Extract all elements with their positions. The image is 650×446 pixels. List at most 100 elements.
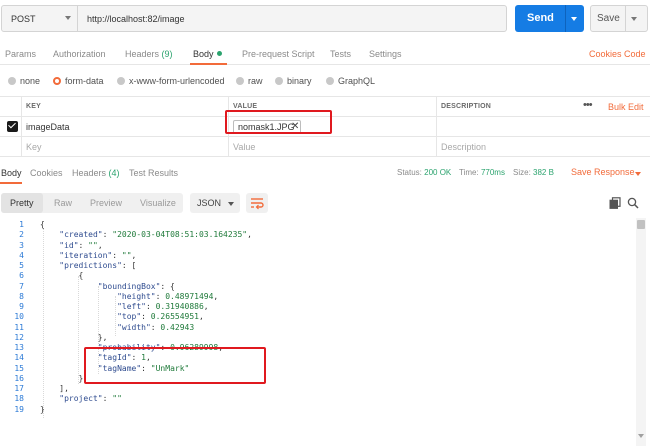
view-visualize-button[interactable]: Visualize: [137, 193, 181, 213]
send-options-chevron-icon[interactable]: [571, 17, 577, 21]
tab-label: Headers: [125, 49, 160, 59]
send-button[interactable]: Send: [515, 5, 584, 32]
chevron-down-icon: [65, 16, 71, 20]
tab-label: Test Results: [129, 168, 179, 178]
tab-body[interactable]: Body: [193, 49, 222, 59]
description-input[interactable]: Description: [441, 142, 486, 152]
tab-count: (9): [161, 49, 173, 59]
radio-selected-icon: [53, 77, 61, 85]
line-number: 3: [19, 240, 24, 250]
radio-circle-icon: [117, 77, 125, 85]
radio-label: x-www-form-urlencoded: [129, 76, 225, 86]
line-number: 19: [14, 404, 24, 414]
chevron-down-icon[interactable]: [635, 172, 641, 176]
highlight-box-file-value: [225, 110, 332, 134]
tab-headers[interactable]: Headers (9): [125, 49, 173, 59]
body-type-selector: none form-data x-www-form-urlencoded raw…: [0, 74, 650, 90]
tab-params[interactable]: Params: [5, 49, 36, 59]
search-icon[interactable]: [627, 197, 639, 209]
row-enabled-checkbox[interactable]: [7, 120, 18, 132]
key-input[interactable]: Key: [26, 142, 42, 152]
save-button[interactable]: Save: [590, 5, 648, 32]
radio-label: none: [20, 76, 41, 86]
tab-tests[interactable]: Tests: [330, 49, 351, 59]
tab-response-cookies[interactable]: Cookies: [30, 168, 63, 178]
line-number: 2: [19, 230, 24, 240]
status-stat: Status: 200 OK: [397, 168, 451, 177]
tab-test-results[interactable]: Test Results: [129, 168, 178, 178]
scroll-down-arrow-icon[interactable]: [638, 434, 644, 438]
chevron-down-icon: [228, 202, 234, 206]
code-content: { "created": "2020-03-04T08:51:03.164235…: [40, 218, 630, 446]
tab-label: Body: [1, 168, 22, 178]
table-column: [229, 137, 437, 156]
table-column: [0, 97, 22, 116]
line-number: 4: [19, 250, 24, 260]
cookies-link[interactable]: Cookies: [589, 49, 622, 59]
highlight-box-prediction-fields: [84, 347, 266, 384]
url-text: http://localhost:82/image: [87, 14, 185, 24]
view-raw-button[interactable]: Raw: [51, 193, 79, 213]
code-line: ],: [40, 384, 69, 393]
view-preview-button[interactable]: Preview: [87, 193, 127, 213]
save-response-button[interactable]: Save Response: [571, 167, 635, 177]
time-value: 770ms: [480, 168, 505, 177]
code-line: "top": 0.26554951,: [117, 312, 204, 322]
radio-label: binary: [287, 76, 312, 86]
code-link[interactable]: Code: [624, 49, 646, 59]
tab-count: (4): [108, 168, 120, 178]
copy-icon[interactable]: [609, 197, 621, 209]
code-line: "id": "",: [59, 240, 103, 250]
bulk-edit-link[interactable]: Bulk Edit: [608, 102, 644, 112]
view-label: Preview: [90, 198, 123, 208]
code-line: "boundingBox": {: [97, 281, 175, 291]
checkmark-icon: [8, 120, 16, 129]
size-stat: Size: 382 B: [513, 168, 554, 177]
method-label: POST: [11, 14, 36, 24]
method-select[interactable]: POST: [1, 5, 78, 32]
code-line: "width": 0.42943: [117, 322, 195, 332]
radio-circle-icon: [236, 77, 244, 85]
view-label: Raw: [54, 198, 73, 208]
view-pretty-button[interactable]: Pretty: [1, 193, 43, 213]
column-header-key: KEY: [26, 103, 41, 110]
line-number: 9: [19, 302, 24, 311]
line-number: 12: [14, 332, 24, 342]
tab-pre-request-script[interactable]: Pre-request Script: [242, 49, 315, 59]
more-options-icon[interactable]: •••: [583, 99, 593, 111]
line-number: 6: [19, 271, 24, 281]
line-number: 7: [19, 281, 24, 291]
scrollbar-track[interactable]: [636, 218, 646, 446]
body-indicator-dot-icon: [216, 51, 222, 56]
format-label: JSON: [197, 198, 222, 208]
code-line: "predictions": [: [59, 261, 137, 270]
code-line: "iteration": "",: [59, 250, 137, 260]
response-view-toolbar: Pretty Raw Preview Visualize JSON: [0, 192, 650, 214]
line-number: 11: [14, 322, 24, 332]
wrap-lines-button[interactable]: [246, 193, 268, 213]
view-label: Pretty: [10, 198, 34, 208]
request-tabs: Params Authorization Headers (9) Body Pr…: [0, 45, 650, 65]
code-line: "height": 0.48971494,: [117, 291, 219, 301]
table-column: [22, 97, 229, 116]
line-number: 8: [19, 291, 24, 301]
response-code-view[interactable]: 1 2 3 4 5 6 7 8 9 10 11 12 13 14 15 16 17 18 19 { "created…: [0, 218, 650, 446]
column-header-value: VALUE: [233, 103, 258, 110]
code-line: {: [40, 220, 45, 229]
tab-response-headers[interactable]: Headers (4): [72, 168, 120, 178]
scrollbar-thumb[interactable]: [637, 220, 645, 229]
value-input[interactable]: Value: [233, 142, 255, 152]
tab-label: Headers: [72, 168, 107, 178]
line-number: 13: [14, 343, 24, 352]
send-label: Send: [527, 12, 554, 24]
time-stat: Time: 770ms: [459, 168, 505, 177]
tab-label: Pre-request Script: [242, 49, 315, 59]
row-key[interactable]: imageData: [26, 122, 70, 132]
line-number: 1: [19, 220, 24, 229]
tab-authorization[interactable]: Authorization: [53, 49, 106, 59]
format-select[interactable]: JSON: [190, 193, 240, 213]
tab-response-body[interactable]: Body: [1, 168, 22, 178]
save-options-chevron-icon[interactable]: [631, 17, 637, 21]
url-input[interactable]: http://localhost:82/image: [77, 5, 507, 32]
tab-settings[interactable]: Settings: [369, 49, 402, 59]
